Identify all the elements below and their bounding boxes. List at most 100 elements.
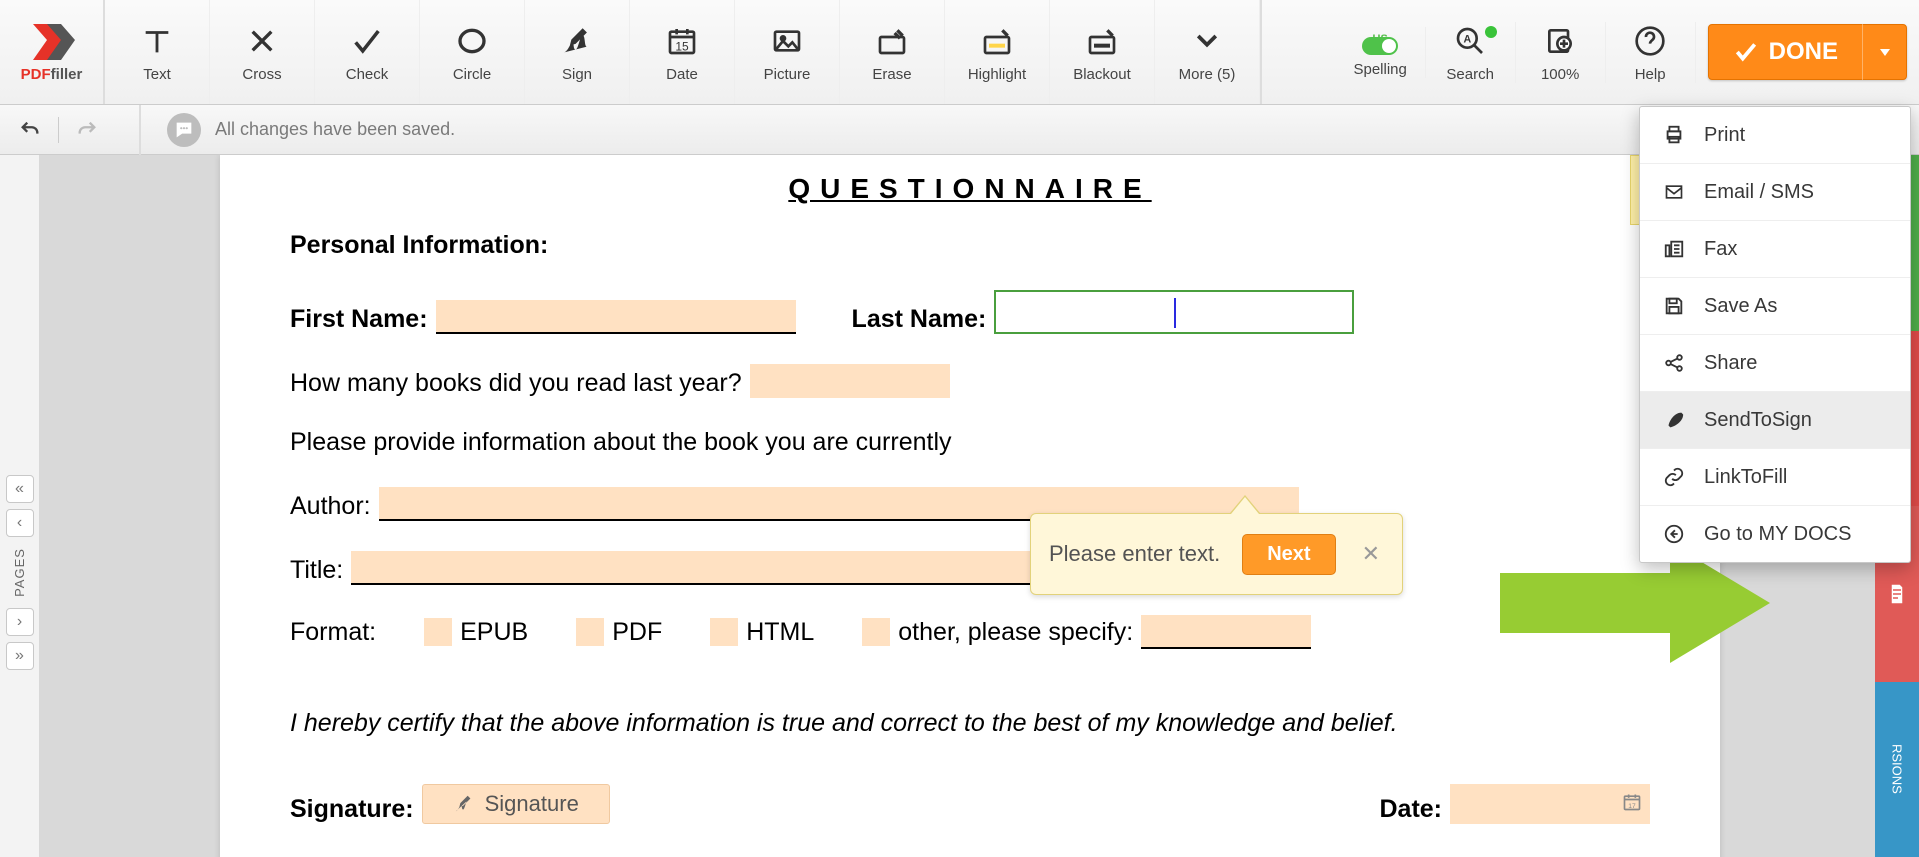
highlight-tool[interactable]: Highlight <box>945 0 1050 104</box>
tool-label: Check <box>346 66 389 83</box>
tool-label: Text <box>143 66 171 83</box>
dropdown-item-mydocs[interactable]: Go to MY DOCS <box>1640 506 1910 562</box>
pages-rail: « ‹ PAGES › » <box>0 155 40 857</box>
separator <box>58 117 59 143</box>
redo-button[interactable] <box>71 114 103 146</box>
text-tool[interactable]: Text <box>105 0 210 104</box>
field-tooltip: Please enter text. Next ✕ <box>1030 513 1403 595</box>
tooltip-close-button[interactable]: ✕ <box>1358 537 1384 571</box>
document-icon <box>1885 582 1909 606</box>
sign-tool[interactable]: Sign <box>525 0 630 104</box>
svg-text:15: 15 <box>675 39 689 53</box>
done-dropdown-menu: Print Email / SMS Fax Save As Share Send… <box>1639 106 1911 563</box>
pages-last-button[interactable]: » <box>6 642 34 670</box>
circle-tool[interactable]: Circle <box>420 0 525 104</box>
last-name-field[interactable] <box>994 290 1354 334</box>
book-info-text: Please provide information about the boo… <box>290 428 952 457</box>
picture-icon <box>767 22 807 60</box>
tool-label: Cross <box>242 66 281 83</box>
dropdown-label: Go to MY DOCS <box>1704 523 1851 546</box>
erase-tool[interactable]: Erase <box>840 0 945 104</box>
dropdown-item-linktofill[interactable]: LinkToFill <box>1640 449 1910 506</box>
picture-tool[interactable]: Picture <box>735 0 840 104</box>
done-label: DONE <box>1769 38 1838 66</box>
done-button[interactable]: DONE <box>1708 24 1907 80</box>
logo[interactable]: PDFfiller <box>0 0 105 104</box>
books-count-field[interactable] <box>750 364 950 398</box>
sign-icon <box>557 22 597 60</box>
dropdown-label: Save As <box>1704 295 1777 318</box>
tool-label: Erase <box>872 66 911 83</box>
tooltip-next-button[interactable]: Next <box>1242 534 1335 575</box>
dropdown-item-fax[interactable]: Fax <box>1640 221 1910 278</box>
redo-icon <box>74 119 100 141</box>
pages-prev-button[interactable]: ‹ <box>6 509 34 537</box>
undo-button[interactable] <box>14 114 46 146</box>
first-name-field[interactable] <box>436 300 796 334</box>
help-tool[interactable]: Help <box>1606 22 1696 83</box>
done-button-wrap: DONE <box>1696 24 1919 80</box>
signature-button-label: Signature <box>485 791 579 817</box>
format-other-checkbox[interactable] <box>862 618 890 646</box>
done-dropdown-toggle[interactable] <box>1862 24 1906 80</box>
link-icon <box>1660 465 1688 489</box>
cross-tool[interactable]: Cross <box>210 0 315 104</box>
cross-icon <box>242 22 282 60</box>
chevron-down-icon <box>1879 46 1891 58</box>
toolbar-separator <box>1260 0 1262 104</box>
dropdown-label: Share <box>1704 352 1757 375</box>
spelling-toggle[interactable] <box>1362 37 1398 55</box>
help-icon <box>1630 22 1670 60</box>
signature-button[interactable]: Signature <box>422 784 610 824</box>
author-label: Author: <box>290 492 371 521</box>
dropdown-item-sendtosign[interactable]: SendToSign <box>1640 392 1910 449</box>
certify-text: I hereby certify that the above informat… <box>290 709 1650 738</box>
date-tool[interactable]: 15 Date <box>630 0 735 104</box>
tool-label: More (5) <box>1179 66 1236 83</box>
format-html-checkbox[interactable] <box>710 618 738 646</box>
separator <box>139 105 141 155</box>
date-field[interactable]: 17 <box>1450 784 1650 824</box>
erase-icon <box>872 22 912 60</box>
tool-group-annotate: Text Cross Check Circle Sign 15 Date Pic… <box>105 0 1260 104</box>
tool-label: Help <box>1635 66 1666 83</box>
text-icon <box>137 22 177 60</box>
zoom-tool[interactable]: 100% <box>1516 22 1606 83</box>
dropdown-label: SendToSign <box>1704 409 1812 432</box>
save-icon <box>1660 294 1688 318</box>
dropdown-item-save-as[interactable]: Save As <box>1640 278 1910 335</box>
more-tool[interactable]: More (5) <box>1155 0 1260 104</box>
undo-redo-group <box>14 114 121 146</box>
dropdown-item-email[interactable]: Email / SMS <box>1640 164 1910 221</box>
right-tool-group: US Spelling A Search 100% Help DONE <box>1336 0 1919 104</box>
spelling-tool[interactable]: US Spelling <box>1336 27 1426 78</box>
blackout-tool[interactable]: Blackout <box>1050 0 1155 104</box>
title-label: Title: <box>290 556 343 585</box>
svg-text:17: 17 <box>1628 802 1636 809</box>
dropdown-item-share[interactable]: Share <box>1640 335 1910 392</box>
rail-tab-versions[interactable]: RSIONS <box>1875 682 1919 857</box>
sign-icon <box>453 793 475 815</box>
format-epub-label: EPUB <box>460 618 528 647</box>
undo-icon <box>17 119 43 141</box>
check-tool[interactable]: Check <box>315 0 420 104</box>
dropdown-label: Print <box>1704 124 1745 147</box>
main-toolbar: PDFfiller Text Cross Check Circle Sign 1… <box>0 0 1919 105</box>
share-icon <box>1660 351 1688 375</box>
format-html-label: HTML <box>746 618 814 647</box>
search-tool[interactable]: A Search <box>1426 22 1516 83</box>
format-epub-checkbox[interactable] <box>424 618 452 646</box>
notification-dot-icon <box>1485 26 1497 38</box>
dropdown-item-print[interactable]: Print <box>1640 107 1910 164</box>
pages-first-button[interactable]: « <box>6 475 34 503</box>
books-question: How many books did you read last year? <box>290 369 742 398</box>
circle-icon <box>452 22 492 60</box>
tooltip-text: Please enter text. <box>1049 541 1220 567</box>
document-area: QUESTIONNAIRE Personal Information: Firs… <box>40 155 1875 857</box>
format-other-field[interactable] <box>1141 615 1311 649</box>
format-other-label: other, please specify: <box>898 618 1133 647</box>
pages-next-button[interactable]: › <box>6 608 34 636</box>
pages-label: PAGES <box>12 548 27 597</box>
format-pdf-checkbox[interactable] <box>576 618 604 646</box>
tool-label: Spelling <box>1353 61 1406 78</box>
